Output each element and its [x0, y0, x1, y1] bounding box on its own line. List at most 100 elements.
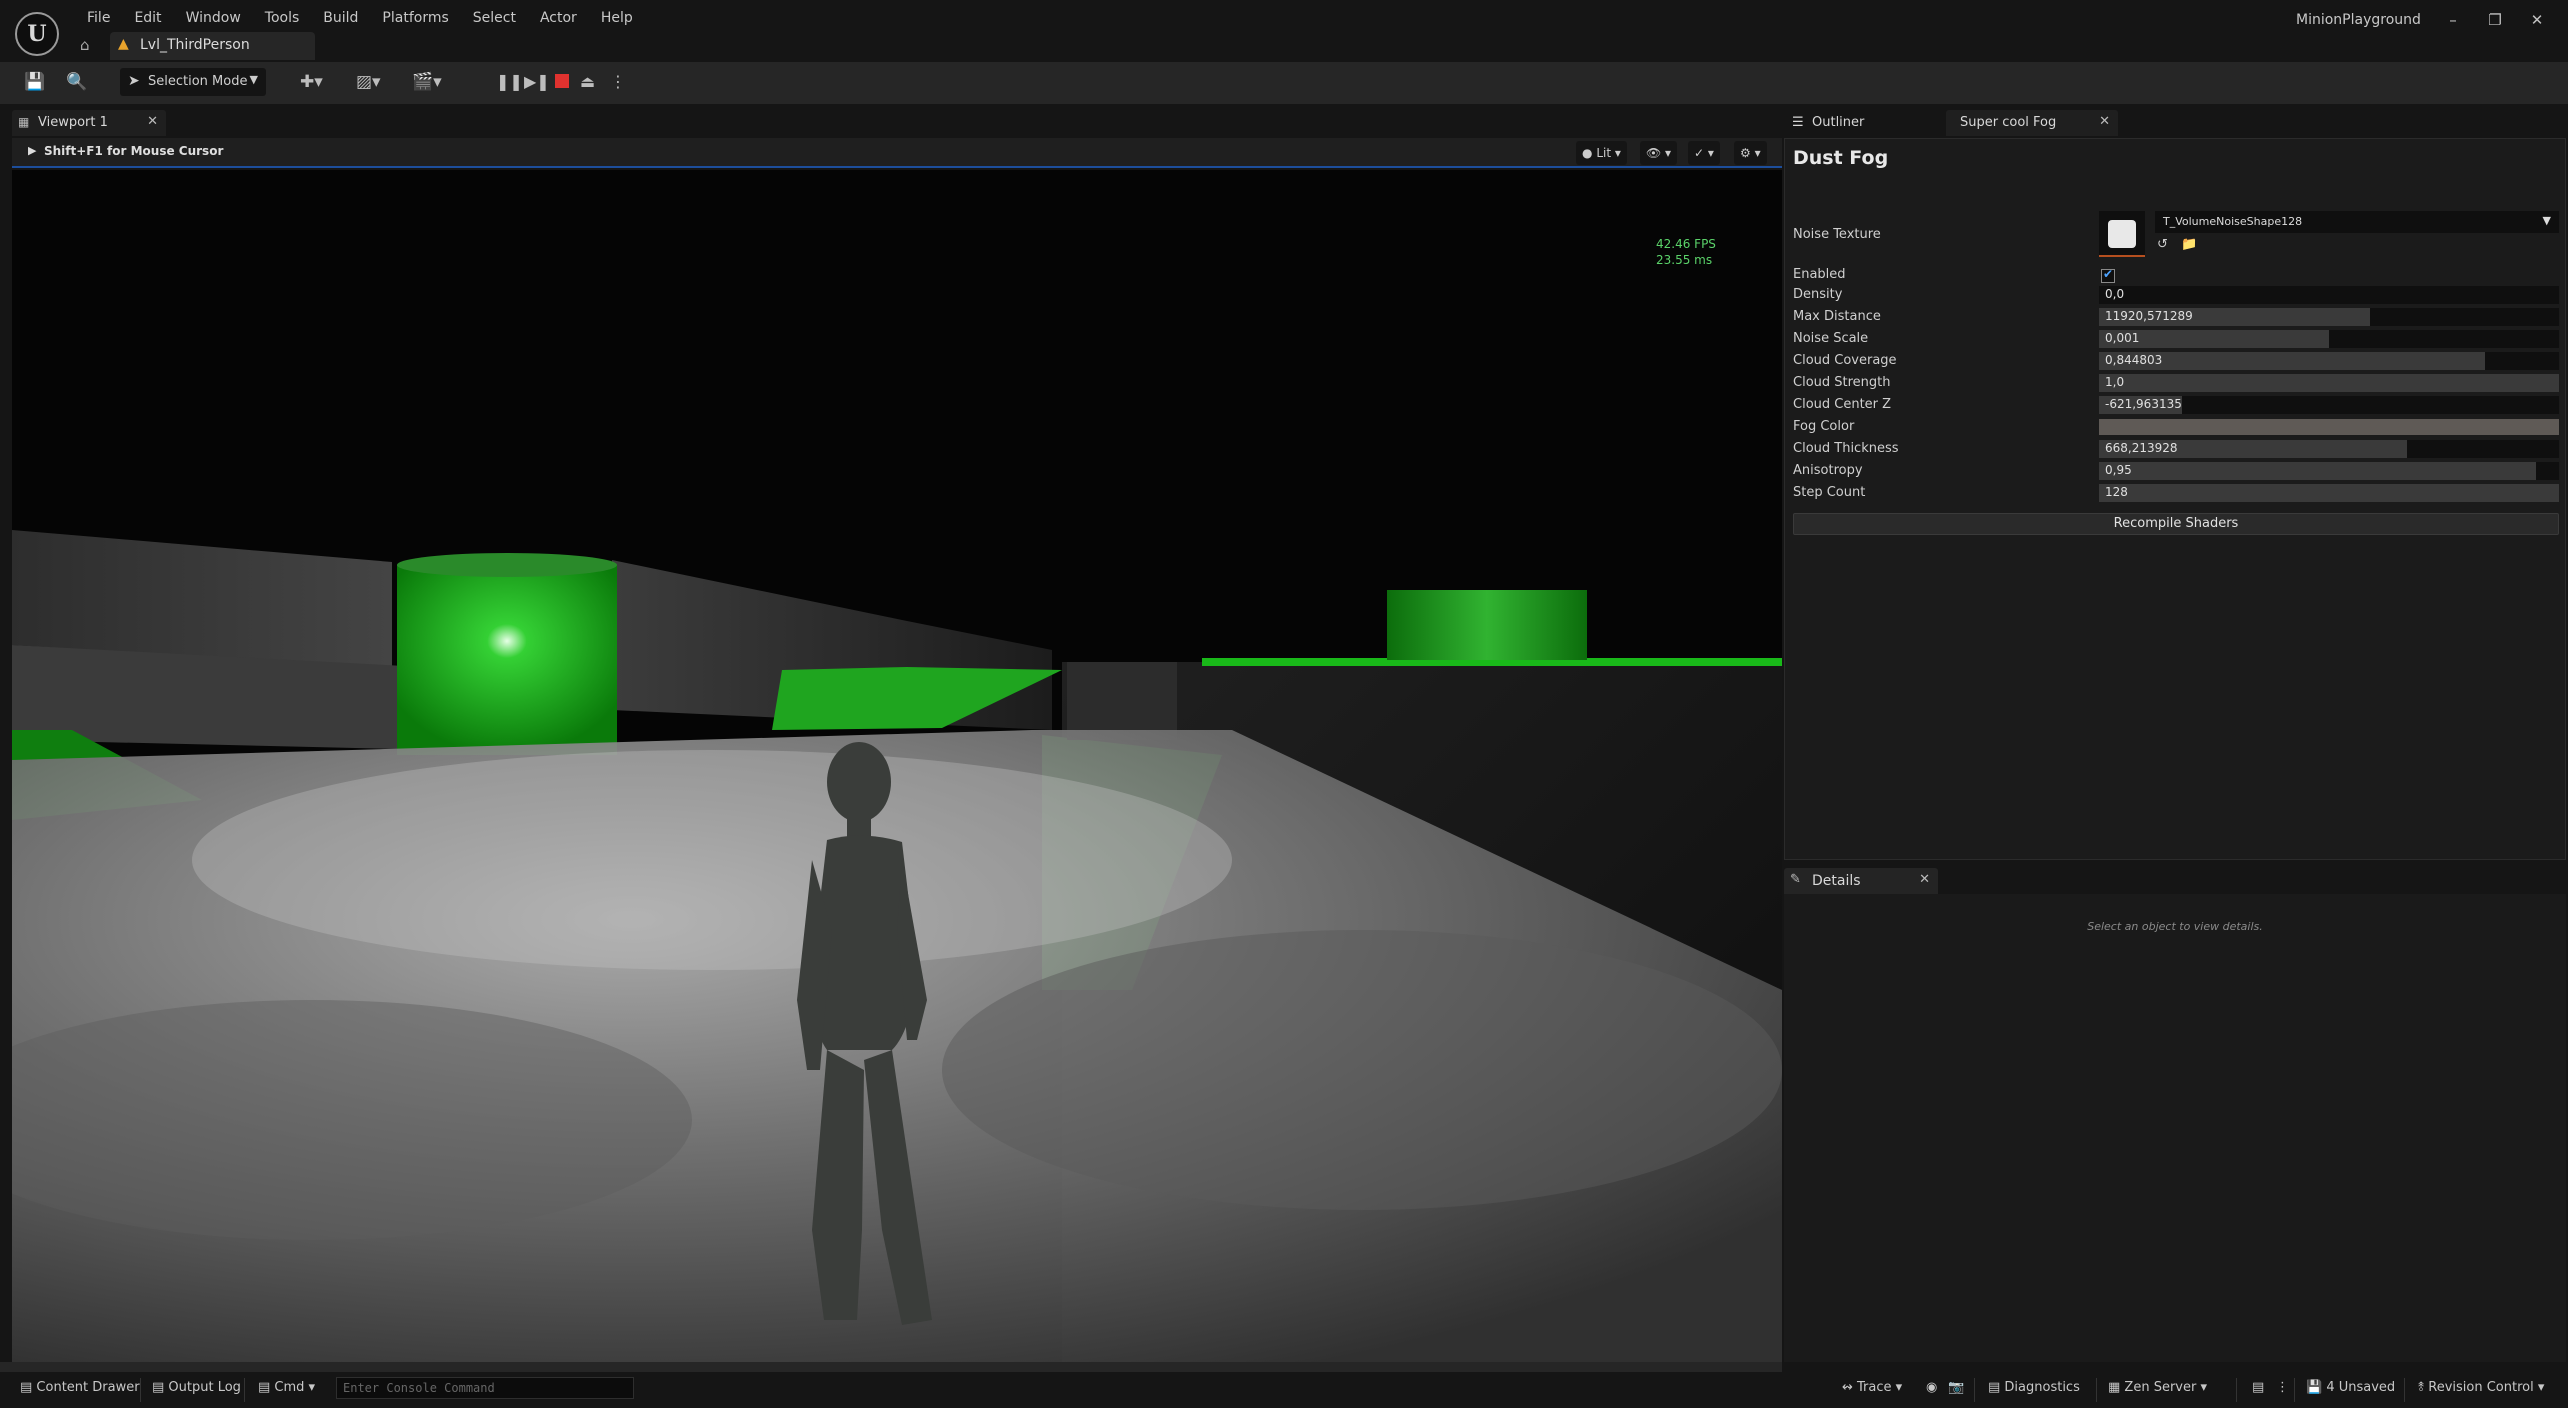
- minimize-icon[interactable]: –: [2432, 4, 2474, 36]
- enabled-checkbox[interactable]: ✔: [2101, 267, 2115, 283]
- menu-window[interactable]: Window: [174, 8, 253, 28]
- viewport-footer: [0, 1362, 1782, 1372]
- step-frame-icon[interactable]: ▶❚: [524, 72, 550, 91]
- menu-select[interactable]: Select: [461, 8, 528, 28]
- record-icon[interactable]: ◉: [1926, 1380, 1937, 1395]
- show-flags-button[interactable]: 👁 ▾: [1640, 141, 1678, 165]
- cloud-coverage-field[interactable]: 0,844803: [2099, 352, 2559, 370]
- blueprint-icon[interactable]: ▨▾: [356, 72, 381, 92]
- cinematics-icon[interactable]: 🎬▾: [412, 72, 442, 92]
- divider: [2236, 1378, 2237, 1402]
- viewport-settings-button[interactable]: ⚙ ▾: [1734, 141, 1767, 165]
- diagnostics-button[interactable]: ▤ Diagnostics: [1988, 1380, 2080, 1395]
- console-command-input[interactable]: [337, 1378, 633, 1398]
- anisotropy-value: 0,95: [2105, 463, 2132, 477]
- zen-server-dropdown[interactable]: ▦ Zen Server ▾: [2108, 1380, 2207, 1395]
- noise-texture-label: Noise Texture: [1793, 227, 1881, 242]
- pause-icon[interactable]: ❚❚: [496, 72, 523, 91]
- console-command-box: [336, 1377, 634, 1399]
- fog-color-swatch[interactable]: [2099, 419, 2559, 435]
- density-field[interactable]: 0,0: [2099, 286, 2559, 304]
- cloud-strength-value: 1,0: [2105, 375, 2125, 389]
- cursor-icon: ➤: [128, 73, 140, 89]
- noise-texture-dropdown[interactable]: T_VolumeNoiseShape128 ▼: [2155, 211, 2559, 233]
- enabled-label: Enabled: [1793, 267, 1846, 282]
- selection-mode-dropdown[interactable]: ➤ Selection Mode ▼: [120, 68, 266, 96]
- restore-icon[interactable]: ❐: [2474, 4, 2516, 36]
- cloud-center-z-field[interactable]: -621,963135: [2099, 396, 2559, 414]
- close-tab-icon[interactable]: ✕: [1919, 872, 1930, 887]
- fog-panel-tab-bar: Outliner ☰ Super cool Fog ✕: [1784, 108, 2566, 138]
- menu-edit[interactable]: Edit: [122, 8, 173, 28]
- cloud-coverage-value: 0,844803: [2105, 353, 2163, 367]
- menu-actor[interactable]: Actor: [528, 8, 589, 28]
- max-distance-field[interactable]: 11920,571289: [2099, 308, 2559, 326]
- menu-tools[interactable]: Tools: [253, 8, 312, 28]
- 3d-viewport[interactable]: [12, 170, 1782, 1362]
- cmd-dropdown[interactable]: ▤ Cmd ▾: [258, 1380, 315, 1395]
- content-drawer-button[interactable]: ▤ Content Drawer: [20, 1380, 140, 1395]
- cloud-thickness-field[interactable]: 668,213928: [2099, 440, 2559, 458]
- save-icon[interactable]: 💾: [24, 72, 45, 92]
- close-tab-icon[interactable]: ✕: [2099, 114, 2110, 129]
- pencil-icon: ✎: [1790, 872, 1801, 887]
- source-control-icon[interactable]: ▤: [2252, 1380, 2264, 1395]
- home-icon[interactable]: ⌂: [80, 36, 98, 54]
- selection-mode-label: Selection Mode: [148, 74, 248, 89]
- output-log-button[interactable]: ▤ Output Log: [152, 1380, 241, 1395]
- unreal-logo-icon[interactable]: U: [15, 12, 59, 56]
- outliner-icon: ☰: [1792, 115, 1804, 130]
- trace-dropdown[interactable]: ↭ Trace ▾: [1842, 1380, 1902, 1395]
- tab-outliner[interactable]: Outliner ☰: [1784, 110, 1938, 136]
- close-tab-icon[interactable]: ✕: [147, 114, 158, 129]
- view-mode-button[interactable]: ● Lit ▾: [1576, 141, 1627, 165]
- fog-panel-body: Dust Fog Noise Texture T_VolumeNoiseShap…: [1784, 138, 2566, 860]
- title-bar: U File Edit Window Tools Build Platforms…: [0, 0, 2568, 56]
- step-count-slider-fill: [2099, 484, 2559, 502]
- cloud-strength-field[interactable]: 1,0: [2099, 374, 2559, 392]
- lit-icon: ●: [1582, 146, 1593, 160]
- tab-super-cool-fog[interactable]: Super cool Fog ✕: [1946, 110, 2118, 136]
- use-selected-icon[interactable]: ↺: [2157, 237, 2168, 252]
- tab-details[interactable]: ✎ Details ✕: [1784, 868, 1938, 894]
- menu-build[interactable]: Build: [311, 8, 370, 28]
- details-tab-label: Details: [1812, 873, 1861, 889]
- menu-platforms[interactable]: Platforms: [370, 8, 460, 28]
- cloud-center-z-value: -621,963135: [2105, 397, 2182, 411]
- main-toolbar: 💾 🔍 ➤ Selection Mode ▼ ✚▾ ▨▾ 🎬▾ ❚❚ ▶❚ ⏏ …: [0, 62, 2568, 104]
- noise-texture-thumbnail[interactable]: [2099, 211, 2145, 257]
- stop-icon[interactable]: [555, 74, 569, 88]
- anisotropy-field[interactable]: 0,95: [2099, 462, 2559, 480]
- level-tab[interactable]: ▲ Lvl_ThirdPerson: [110, 32, 315, 60]
- more-options-icon[interactable]: ⋮: [610, 72, 626, 91]
- step-count-label: Step Count: [1793, 485, 1866, 500]
- details-empty-hint: Select an object to view details.: [2087, 920, 2263, 933]
- browse-asset-icon[interactable]: 📁: [2181, 237, 2197, 252]
- add-actor-icon[interactable]: ✚▾: [300, 72, 323, 92]
- project-name: MinionPlayground: [2296, 12, 2421, 28]
- cloud-strength-label: Cloud Strength: [1793, 375, 1891, 390]
- fog-tab-label: Super cool Fog: [1960, 115, 2057, 130]
- step-count-field[interactable]: 128: [2099, 484, 2559, 502]
- noise-scale-field[interactable]: 0,001: [2099, 330, 2559, 348]
- content-drawer-label: Content Drawer: [36, 1380, 140, 1395]
- expand-arrow-icon[interactable]: ▶: [28, 144, 36, 157]
- viewport-tab[interactable]: ▦ Viewport 1 ✕: [12, 110, 166, 136]
- close-window-icon[interactable]: ✕: [2516, 4, 2558, 36]
- menu-file[interactable]: File: [75, 8, 122, 28]
- browse-icon[interactable]: 🔍: [66, 72, 87, 92]
- cloud-thickness-label: Cloud Thickness: [1793, 441, 1899, 456]
- transform-tools-button[interactable]: ✓ ▾: [1688, 141, 1720, 165]
- anisotropy-label: Anisotropy: [1793, 463, 1863, 478]
- viewport-grid-icon: ▦: [18, 115, 30, 129]
- screenshot-icon[interactable]: 📷: [1948, 1380, 1964, 1395]
- trace-label: Trace: [1857, 1380, 1892, 1395]
- recompile-shaders-button[interactable]: Recompile Shaders: [1793, 513, 2559, 535]
- menu-help[interactable]: Help: [589, 8, 645, 28]
- eject-icon[interactable]: ⏏: [580, 72, 595, 91]
- noise-scale-value: 0,001: [2105, 331, 2140, 345]
- more-options-icon[interactable]: ⋮: [2276, 1380, 2289, 1395]
- chevron-down-icon: ▼: [249, 73, 258, 86]
- unsaved-button[interactable]: 💾 4 Unsaved: [2306, 1380, 2395, 1395]
- revision-control-dropdown[interactable]: ⥉ Revision Control ▾: [2418, 1380, 2544, 1395]
